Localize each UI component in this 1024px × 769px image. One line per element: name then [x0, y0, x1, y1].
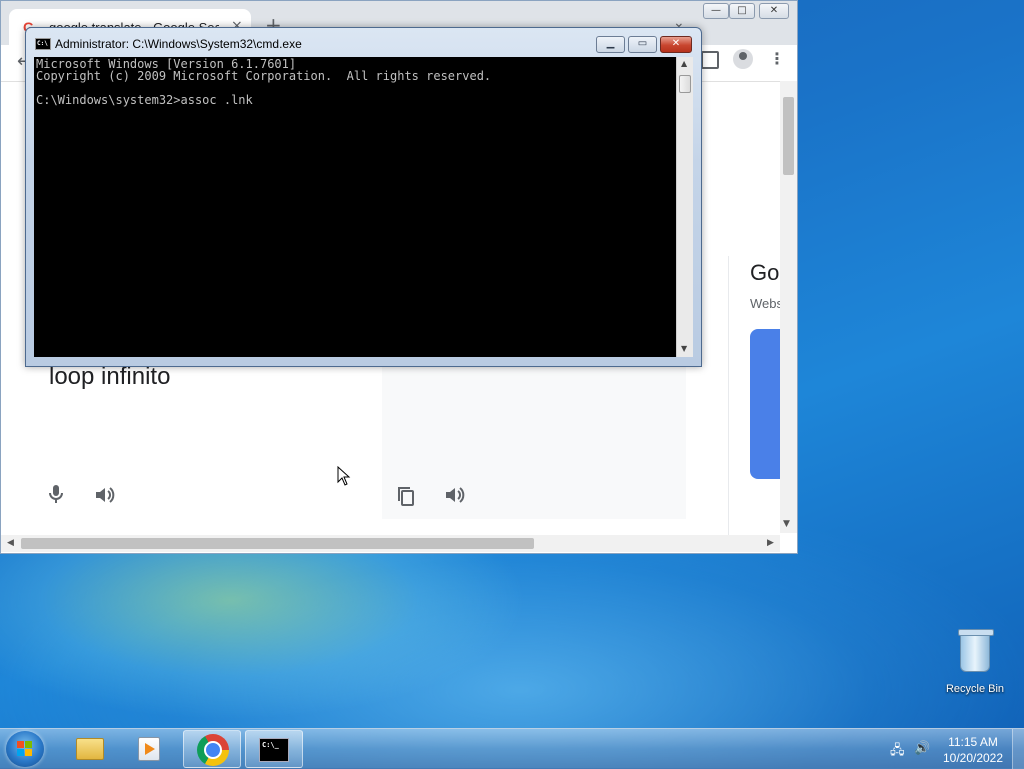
- scroll-right-arrow-icon[interactable]: ▶: [767, 538, 774, 548]
- console-scroll-down-icon[interactable]: ▼: [681, 344, 687, 353]
- console-output[interactable]: Microsoft Windows [Version 6.1.7601] Cop…: [34, 57, 676, 357]
- microphone-icon[interactable]: [44, 482, 68, 506]
- folder-icon: [76, 738, 104, 760]
- clock-time: 11:15 AM: [948, 735, 998, 749]
- media-player-icon: [138, 737, 160, 761]
- taskbar-cmd-button[interactable]: C:\_: [245, 730, 303, 768]
- browser-close-button[interactable]: ✕: [759, 3, 789, 19]
- windows-logo-icon: [17, 741, 33, 757]
- cmd-icon: C:\_: [259, 738, 289, 762]
- cmd-maximize-button[interactable]: ▭: [628, 36, 657, 53]
- chrome-icon: [197, 734, 229, 766]
- scroll-down-arrow-icon[interactable]: ▼: [783, 519, 790, 529]
- side-panel-icon[interactable]: [701, 51, 719, 69]
- card-blue-tile[interactable]: [750, 329, 781, 479]
- console-scrollbar[interactable]: ▲ ▼: [676, 57, 693, 357]
- recycle-bin-label: Recycle Bin: [945, 683, 1005, 695]
- taskbar-media-player-button[interactable]: [120, 730, 178, 768]
- mouse-cursor-icon: [337, 466, 351, 486]
- cmd-minimize-button[interactable]: ▁: [596, 36, 625, 53]
- taskbar-chrome-button[interactable]: [183, 730, 241, 768]
- clock-date: 10/20/2022: [942, 751, 1004, 765]
- scroll-left-arrow-icon[interactable]: ◀: [7, 538, 14, 548]
- horizontal-scroll-thumb[interactable]: [21, 538, 534, 549]
- taskbar-explorer-button[interactable]: [60, 730, 118, 768]
- card-subtitle: Webs: [750, 296, 783, 311]
- cmd-close-button[interactable]: ✕: [660, 36, 692, 53]
- console-prompt-line[interactable]: C:\Windows\system32>assoc .lnk: [36, 94, 253, 106]
- profile-avatar-icon[interactable]: [733, 49, 753, 69]
- volume-icon[interactable]: 🔊: [914, 741, 930, 756]
- recycle-bin-icon: [958, 629, 994, 672]
- cmd-app-icon[interactable]: C:\: [35, 38, 51, 50]
- browser-minimize-button[interactable]: —: [703, 3, 729, 19]
- knowledge-panel-card: Go Webs: [728, 256, 783, 536]
- page-vertical-scrollbar[interactable]: ▼: [780, 81, 797, 533]
- clock[interactable]: 11:15 AM 10/20/2022: [938, 734, 1008, 766]
- translate-source-text[interactable]: loop infinito: [49, 363, 170, 391]
- translate-target-pane: [382, 363, 686, 519]
- browser-maximize-button[interactable]: □: [729, 3, 755, 19]
- network-icon[interactable]: 🖧: [890, 741, 905, 763]
- card-title[interactable]: Go: [750, 260, 779, 286]
- taskbar: C:\_ 🖧 🔊 11:15 AM 10/20/2022: [0, 728, 1024, 769]
- cmd-window: C:\ Administrator: C:\Windows\System32\c…: [25, 27, 702, 367]
- show-desktop-button[interactable]: [1012, 729, 1024, 769]
- browser-menu-icon[interactable]: ⋮: [769, 49, 785, 68]
- cmd-titlebar[interactable]: C:\ Administrator: C:\Windows\System32\c…: [26, 28, 701, 58]
- start-button[interactable]: [6, 731, 44, 767]
- cmd-window-title: Administrator: C:\Windows\System32\cmd.e…: [55, 37, 302, 51]
- vertical-scroll-thumb[interactable]: [783, 97, 794, 175]
- listen-speaker-icon[interactable]: [92, 483, 116, 507]
- page-horizontal-scrollbar[interactable]: ◀ ▶: [1, 535, 780, 552]
- copy-icon[interactable]: [394, 484, 418, 508]
- target-speaker-icon[interactable]: [442, 483, 466, 507]
- console-scroll-up-icon[interactable]: ▲: [681, 59, 687, 68]
- console-line: Copyright (c) 2009 Microsoft Corporation…: [36, 69, 492, 83]
- recycle-bin[interactable]: Recycle Bin: [940, 628, 1010, 700]
- system-tray: 🖧 🔊 11:15 AM 10/20/2022: [880, 729, 1024, 769]
- console-scroll-thumb[interactable]: [679, 75, 691, 93]
